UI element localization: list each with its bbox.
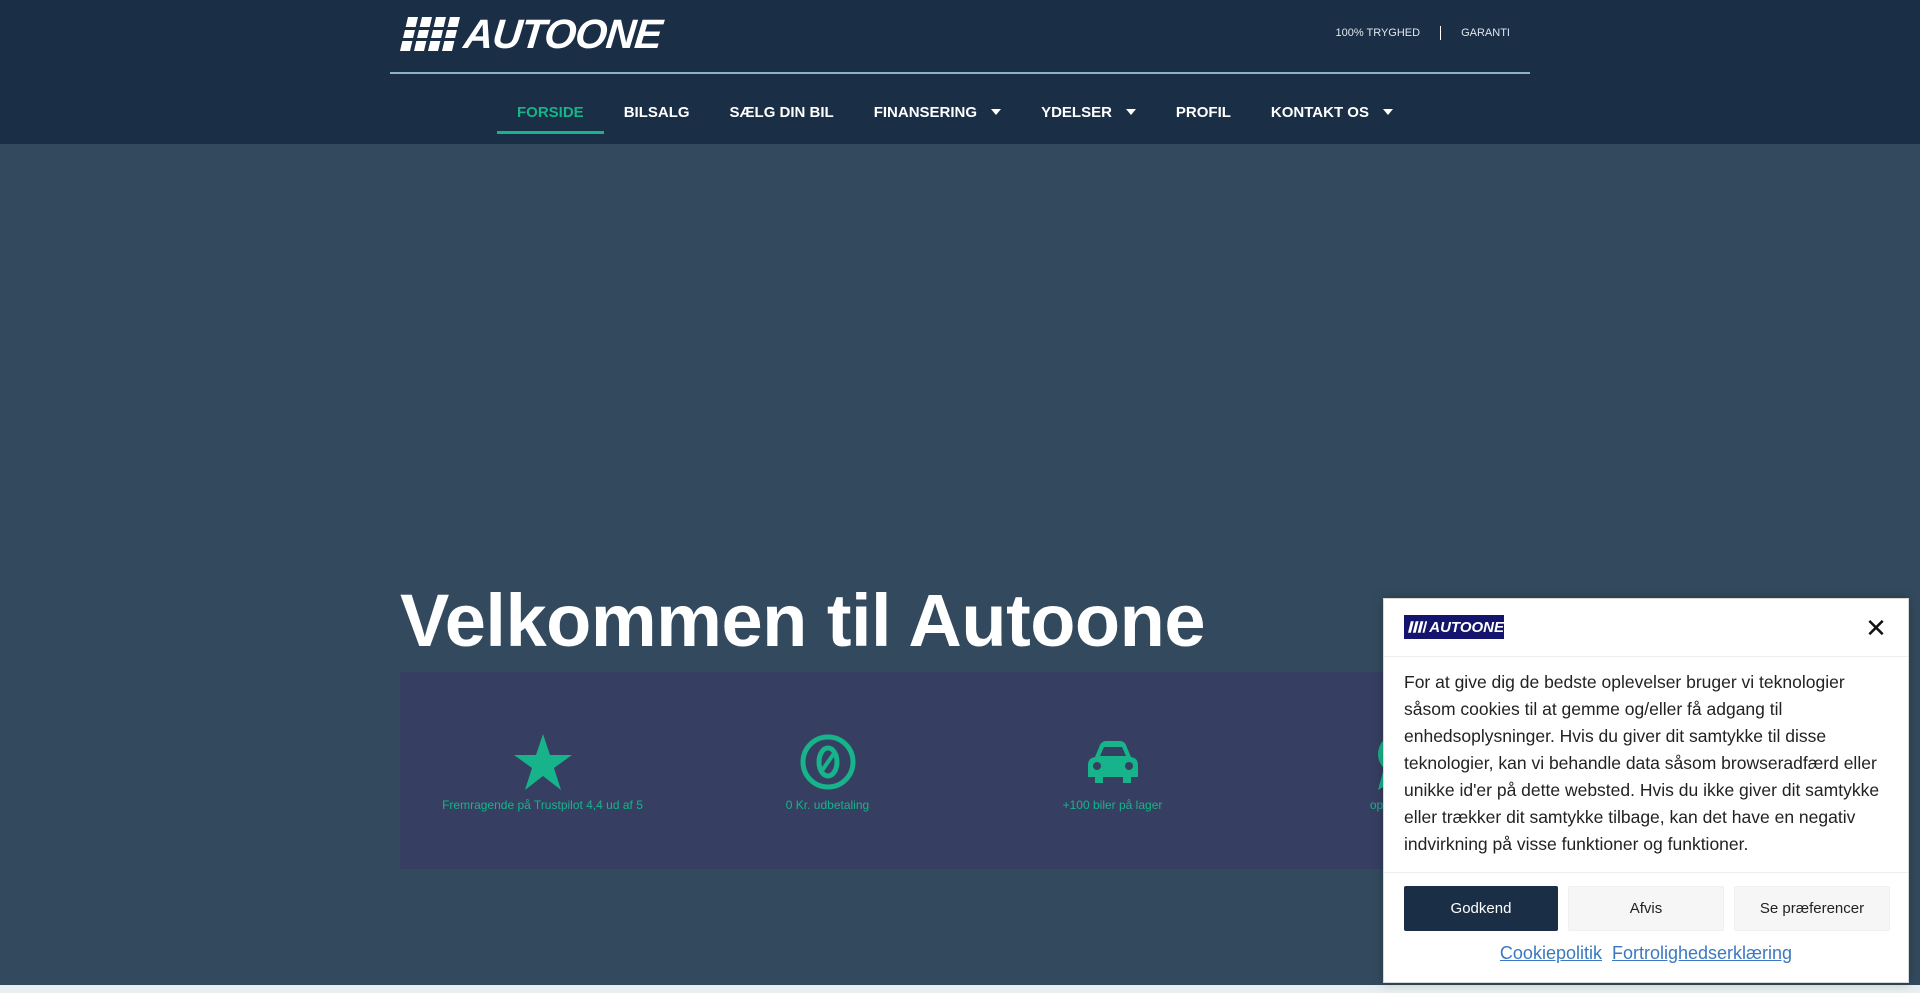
feature-udbetaling: 0 Kr. udbetaling — [685, 672, 970, 869]
privacy-statement-link[interactable]: Fortrolighedserklæring — [1612, 943, 1792, 964]
feature-trustpilot: Fremragende på Trustpilot 4,4 ud af 5 — [400, 672, 685, 869]
cookie-header: AUTOONE ✕ — [1384, 599, 1908, 657]
nav-item-finansering[interactable]: FINANSERING — [854, 90, 1021, 134]
toplink-tryghed[interactable]: 100% TRYGHED — [1336, 27, 1421, 39]
nav-label: PROFIL — [1175, 103, 1231, 121]
nav-item-profil[interactable]: PROFIL — [1156, 90, 1251, 134]
preferences-button[interactable]: Se præferencer — [1734, 886, 1890, 931]
site-header: AUTOONE 100% TRYGHED GARANTI FORSIDE BIL… — [0, 0, 1920, 144]
accept-button[interactable]: Godkend — [1404, 886, 1558, 931]
nav-item-ydelser[interactable]: YDELSER — [1021, 90, 1156, 134]
car-icon — [1083, 732, 1143, 792]
features-bar: Fremragende på Trustpilot 4,4 ud af 5 0 … — [400, 672, 1540, 869]
cookie-policy-link[interactable]: Cookiepolitik — [1500, 943, 1602, 964]
cookie-links: Cookiepolitik Fortrolighedserklæring — [1384, 943, 1908, 964]
header-top-bar: AUTOONE 100% TRYGHED GARANTI — [390, 0, 1530, 74]
nav-label: SÆLG DIN BIL — [729, 103, 834, 121]
caret-down-icon — [991, 109, 1002, 115]
nav-label: FORSIDE — [517, 103, 584, 121]
top-links: 100% TRYGHED GARANTI — [1336, 26, 1510, 40]
logo-stripes-icon — [1408, 621, 1428, 633]
star-icon — [513, 732, 573, 792]
cookie-message: For at give dig de bedste oplevelser bru… — [1404, 672, 1880, 854]
logo-text: AUTOONE — [461, 10, 664, 57]
page-bottom-strip — [0, 985, 1920, 993]
main-nav: FORSIDE BILSALG SÆLG DIN BIL FINANSERING… — [0, 90, 1920, 134]
close-icon[interactable]: ✕ — [1864, 615, 1888, 641]
caret-down-icon — [1382, 109, 1393, 115]
nav-item-saelg-din-bil[interactable]: SÆLG DIN BIL — [710, 90, 854, 134]
nav-item-forside[interactable]: FORSIDE — [497, 90, 604, 134]
feature-label: Fremragende på Trustpilot 4,4 ud af 5 — [442, 798, 643, 812]
cookie-logo-text: AUTOONE — [1429, 618, 1504, 636]
zero-icon — [798, 732, 858, 792]
nav-item-bilsalg[interactable]: BILSALG — [604, 90, 710, 134]
cookie-buttons: Godkend Afvis Se præferencer — [1404, 886, 1890, 931]
toplink-garanti[interactable]: GARANTI — [1461, 27, 1510, 39]
nav-label: FINANSERING — [873, 103, 978, 121]
logo-stripes-icon — [400, 17, 462, 51]
toplink-separator — [1440, 26, 1442, 40]
nav-label: BILSALG — [623, 103, 690, 121]
deny-button[interactable]: Afvis — [1568, 886, 1724, 931]
caret-down-icon — [1125, 109, 1136, 115]
divider — [1384, 872, 1908, 873]
hero-title: Velkommen til Autoone — [400, 579, 1205, 662]
nav-item-kontakt-os[interactable]: KONTAKT OS — [1251, 90, 1413, 134]
site-logo[interactable]: AUTOONE — [400, 11, 664, 57]
nav-label: YDELSER — [1041, 103, 1112, 121]
feature-label: +100 biler på lager — [1062, 798, 1163, 812]
cookie-consent-dialog: AUTOONE ✕ For at give dig de bedste ople… — [1383, 598, 1909, 983]
nav-label: KONTAKT OS — [1270, 103, 1369, 121]
cookie-logo: AUTOONE — [1404, 615, 1504, 639]
feature-label: 0 Kr. udbetaling — [785, 798, 870, 812]
feature-lager: +100 biler på lager — [970, 672, 1255, 869]
